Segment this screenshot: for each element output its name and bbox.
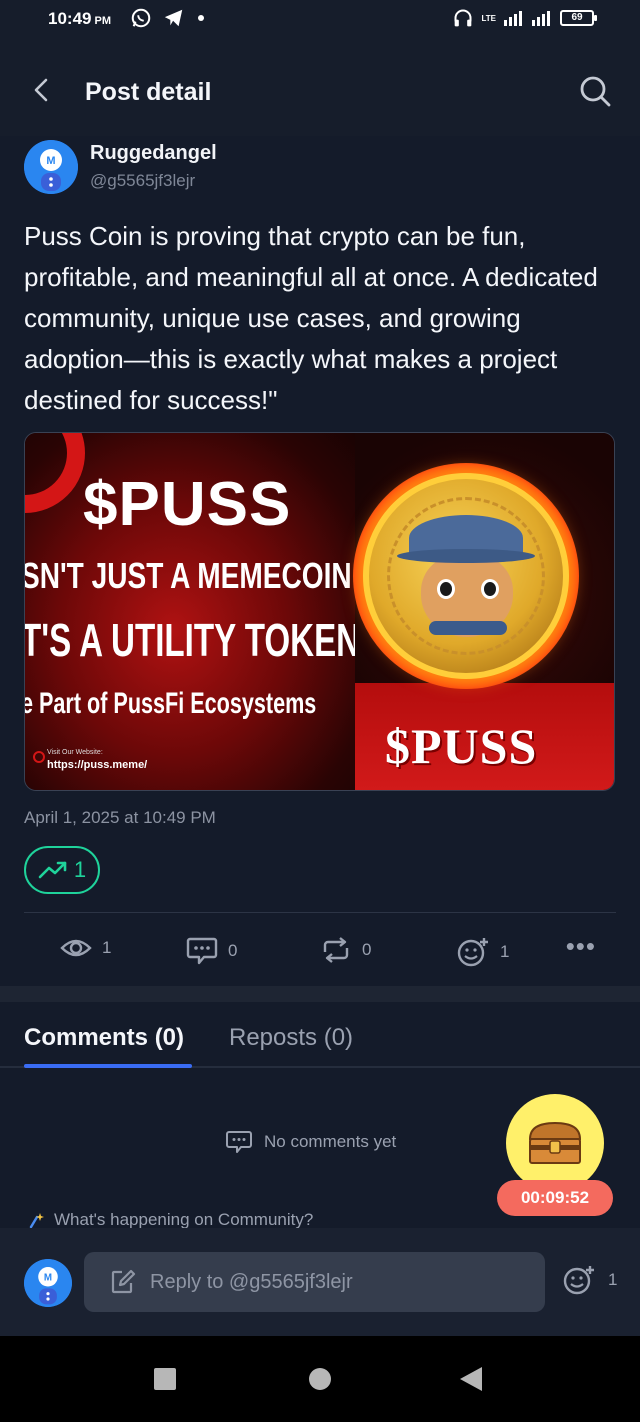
reply-reaction-count: 1 bbox=[608, 1270, 618, 1289]
trending-up-icon bbox=[38, 861, 67, 879]
image-url: https://puss.meme/ bbox=[47, 759, 148, 771]
headphones-icon bbox=[454, 9, 472, 27]
reply-input[interactable]: Reply to @g5565jf3lejr bbox=[84, 1252, 545, 1312]
system-nav-bar bbox=[0, 1336, 640, 1422]
divider bbox=[24, 912, 616, 913]
reposts-stat[interactable]: 0 bbox=[320, 936, 371, 964]
reactions-stat[interactable]: 1 bbox=[456, 936, 509, 968]
reply-reaction-button[interactable]: 1 bbox=[562, 1264, 617, 1296]
eye-icon bbox=[60, 939, 92, 957]
tab-reposts[interactable]: Reposts (0) bbox=[229, 1024, 353, 1052]
image-coin-ticker: $PUSS bbox=[385, 718, 538, 774]
trend-button[interactable]: 1 bbox=[24, 846, 100, 894]
battery-level: 69 bbox=[571, 12, 583, 23]
views-count: 1 bbox=[102, 938, 112, 957]
status-system-icons: LTE 69 bbox=[453, 8, 597, 28]
image-headline-2: T'S A UTILITY TOKEN bbox=[24, 614, 361, 666]
battery-icon: 69 bbox=[560, 10, 597, 26]
add-reaction-icon bbox=[457, 938, 488, 967]
image-ticker: $PUSS bbox=[83, 470, 292, 539]
image-headline-3: e Part of PussFi Ecosystems bbox=[24, 687, 317, 720]
recents-button[interactable] bbox=[154, 1368, 176, 1390]
image-headline-1: SN'T JUST A MEMECOIN bbox=[24, 555, 352, 596]
cat-eye-left bbox=[437, 579, 455, 599]
reactions-count: 1 bbox=[500, 942, 510, 961]
repost-icon bbox=[323, 937, 349, 963]
comment-icon bbox=[186, 937, 218, 965]
globe-icon bbox=[33, 751, 45, 763]
telegram-icon bbox=[164, 9, 183, 27]
comments-count: 0 bbox=[228, 941, 238, 960]
reply-placeholder: Reply to @g5565jf3lejr bbox=[150, 1270, 353, 1293]
app-bar: Post detail bbox=[0, 44, 640, 136]
edit-icon bbox=[111, 1269, 136, 1294]
sparkle-icon bbox=[29, 1213, 44, 1228]
comment-icon bbox=[226, 1131, 252, 1153]
comments-stat[interactable]: 0 bbox=[186, 936, 237, 966]
system-back-button[interactable] bbox=[460, 1367, 482, 1391]
status-time: 10:49 PM bbox=[48, 9, 111, 29]
svg-text:M: M bbox=[44, 1272, 52, 1283]
status-bar: 10:49 PM LTE 69 bbox=[0, 0, 640, 44]
whats-happening-prompt[interactable]: What's happening on Community? bbox=[28, 1210, 313, 1228]
add-reaction-icon bbox=[563, 1266, 594, 1295]
current-user-avatar[interactable]: M bbox=[24, 1259, 72, 1307]
post-stats-row: 1 0 0 1 ••• bbox=[0, 926, 640, 976]
trend-count: 1 bbox=[73, 857, 87, 882]
search-icon[interactable] bbox=[578, 74, 612, 108]
cat-hat-brim bbox=[397, 549, 535, 563]
post-image[interactable]: $PUSS SN'T JUST A MEMECOIN T'S A UTILITY… bbox=[24, 432, 615, 791]
status-time-ampm: PM bbox=[94, 15, 111, 27]
page-title: Post detail bbox=[85, 78, 212, 106]
tab-comments[interactable]: Comments (0) bbox=[24, 1024, 184, 1052]
comment-tabs: Comments (0) Reposts (0) bbox=[0, 1002, 640, 1068]
reposts-count: 0 bbox=[362, 940, 372, 959]
cat-collar bbox=[429, 621, 507, 635]
cat-eye-right bbox=[481, 579, 499, 599]
empty-comments: No comments yet bbox=[226, 1130, 396, 1154]
whatsapp-icon bbox=[131, 8, 151, 28]
reward-timer: 00:09:52 bbox=[497, 1180, 613, 1216]
network-type-label: LTE bbox=[481, 13, 496, 23]
svg-text:M: M bbox=[46, 155, 55, 167]
whats-happening-text: What's happening on Community? bbox=[54, 1210, 314, 1228]
empty-comments-text: No comments yet bbox=[264, 1132, 397, 1151]
treasure-chest-button[interactable] bbox=[506, 1094, 604, 1192]
signal-icon-2 bbox=[532, 11, 550, 26]
section-divider bbox=[0, 986, 640, 1002]
more-options-icon[interactable]: ••• bbox=[566, 933, 596, 959]
avatar-icon: M bbox=[24, 140, 78, 194]
author-name[interactable]: Ruggedangel bbox=[90, 142, 217, 165]
treasure-chest-icon bbox=[528, 1121, 582, 1164]
views-stat[interactable]: 1 bbox=[60, 936, 111, 960]
post-text: Puss Coin is proving that crypto can be … bbox=[24, 221, 598, 415]
signal-icon bbox=[504, 11, 522, 26]
status-time-value: 10:49 bbox=[48, 9, 92, 28]
back-arrow-icon[interactable] bbox=[26, 74, 58, 106]
home-button[interactable] bbox=[309, 1368, 331, 1390]
dot-icon bbox=[198, 15, 204, 21]
post-detail: M Ruggedangel @g5565jf3lejr Puss Coin is… bbox=[0, 136, 640, 986]
author-avatar[interactable]: M bbox=[24, 140, 78, 194]
image-visit-label: Visit Our Website: bbox=[47, 749, 103, 756]
status-notification-icons bbox=[130, 7, 206, 29]
author-handle: @g5565jf3lejr bbox=[90, 171, 196, 190]
reply-bar: M Reply to @g5565jf3lejr 1 bbox=[0, 1228, 640, 1336]
post-date: April 1, 2025 at 10:49 PM bbox=[24, 808, 216, 827]
avatar-icon: M bbox=[24, 1259, 72, 1307]
